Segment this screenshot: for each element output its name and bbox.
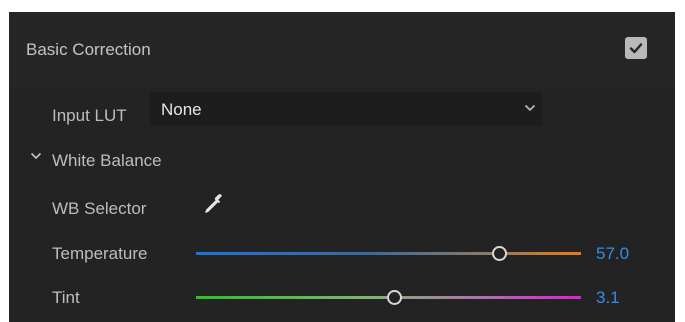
temperature-value[interactable]: 57.0 (596, 244, 629, 264)
tint-value[interactable]: 3.1 (596, 288, 620, 308)
basic-correction-panel: Basic Correction Input LUT None White Ba… (9, 12, 675, 322)
checkmark-icon (629, 43, 643, 54)
enable-checkbox[interactable] (625, 37, 647, 59)
input-lut-value: None (161, 100, 202, 119)
eyedropper-icon[interactable] (202, 192, 226, 216)
input-lut-label: Input LUT (52, 106, 127, 125)
temperature-slider-knob[interactable] (492, 246, 507, 261)
wb-selector-label: WB Selector (52, 199, 147, 218)
tint-label: Tint (52, 288, 80, 307)
temperature-label: Temperature (52, 244, 148, 263)
input-lut-dropdown[interactable]: None (150, 92, 542, 126)
temperature-slider-track[interactable] (196, 252, 581, 255)
section-title: Basic Correction (26, 40, 151, 59)
tint-slider-knob[interactable] (387, 290, 402, 305)
collapse-chevron-icon[interactable] (30, 152, 42, 160)
white-balance-title[interactable]: White Balance (52, 151, 162, 171)
chevron-down-icon (524, 104, 536, 112)
